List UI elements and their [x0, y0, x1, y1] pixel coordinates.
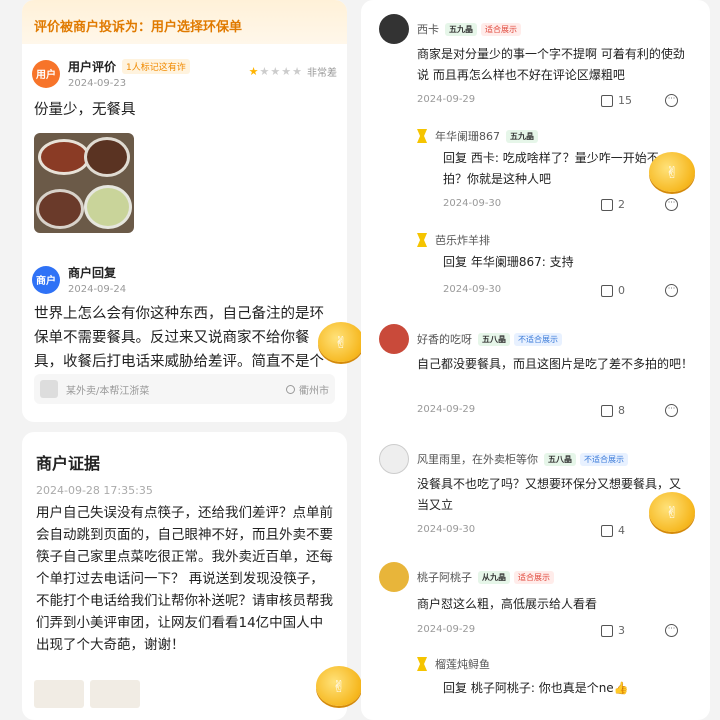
comments-panel: 西卡 五九晶 适合展示 商家是对分量少的事一个字不提啊 可着有利的使劲说 而且再…: [361, 0, 710, 720]
commenter-name[interactable]: 西卡: [417, 21, 439, 37]
comment-text: 回复 西卡: 吃成啥样了？量少咋一开始不拍？你就是这种人吧: [443, 151, 659, 186]
more-options-icon[interactable]: ···: [665, 198, 679, 211]
evidence-timestamp: 2024-09-28 17:35:35: [36, 484, 153, 497]
shop-location: 衢州市: [286, 382, 329, 397]
user-avatar: 用户: [32, 59, 60, 88]
thumbs-up-icon: [601, 94, 614, 107]
reply-marker-icon: [417, 233, 428, 247]
review-title: 用户评价: [68, 60, 117, 74]
more-options-icon[interactable]: ···: [665, 284, 679, 297]
commenter-name[interactable]: 风里雨里，在外卖柜等你: [417, 451, 538, 467]
shop-name: 某外卖/本帮江浙菜: [66, 385, 150, 397]
star-icon: ★: [281, 65, 292, 78]
comment-text: 自己都没要餐具，而且这图片是吃了差不多拍的吧！: [417, 357, 694, 371]
location-pin-icon: [286, 384, 296, 394]
reply-date: 2024-09-24: [68, 284, 127, 295]
coin-sticker: ✌: [316, 666, 362, 706]
status-badge: 不适合展示: [580, 452, 629, 466]
comment-date: 2024-09-29: [417, 624, 476, 635]
avatar[interactable]: [379, 444, 410, 474]
level-badge: 五九晶: [506, 129, 539, 143]
star-icon: ★: [292, 65, 303, 78]
screenshot-root: 评价被商户投诉为：用户选择环保单 用户 用户评价 1人标记这有诈 2024-09…: [0, 0, 720, 720]
reply-title: 商户回复: [68, 266, 117, 280]
comment-date: 2024-09-30: [417, 524, 476, 535]
thumbs-up-icon: [601, 198, 614, 211]
review-card: 评价被商户投诉为：用户选择环保单 用户 用户评价 1人标记这有诈 2024-09…: [22, 0, 348, 422]
avatar[interactable]: [379, 562, 410, 592]
comment-text: 回复 年华阑珊867: 支持: [443, 255, 574, 269]
merchant-avatar: 商户: [32, 265, 60, 294]
reply-header: 商户 商户回复 2024-09-24: [32, 264, 337, 295]
status-badge: 不适合展示: [514, 332, 563, 346]
review-photo[interactable]: [34, 133, 134, 233]
rating-stars: ★ ★ ★ ★ ★ 非常差: [249, 64, 337, 79]
thumbs-up-icon: [601, 524, 614, 537]
status-badge: 适合展示: [514, 570, 555, 584]
commenter-name[interactable]: 桃子阿桃子: [417, 569, 472, 585]
avatar[interactable]: [379, 14, 410, 44]
evidence-title: 商户证据: [36, 454, 101, 473]
comment-text: 商家是对分量少的事一个字不提啊 可着有利的使劲说 而且再怎么样也不好在评论区爆粗…: [417, 47, 685, 82]
star-icon: ★: [259, 65, 270, 78]
comment-text: 回复 桃子阿桃子: 你也真是个ne👍: [443, 681, 629, 695]
commenter-name[interactable]: 芭乐炸羊排: [435, 232, 490, 248]
more-options-icon[interactable]: ···: [665, 624, 679, 637]
comment-text: 商户怼这么粗，高低展示给人看看: [417, 597, 598, 611]
status-badge: 适合展示: [481, 22, 522, 36]
comment-date: 2024-09-30: [443, 284, 502, 295]
star-icon: ★: [248, 65, 259, 78]
rating-label: 非常差: [307, 68, 338, 79]
more-options-icon[interactable]: ···: [665, 94, 679, 107]
level-badge: 五八晶: [478, 332, 511, 346]
review-date: 2024-09-23: [68, 78, 127, 89]
comment-date: 2024-09-29: [417, 404, 476, 415]
thumbs-up-icon: [601, 624, 614, 637]
comment-date: 2024-09-30: [443, 198, 502, 209]
commenter-name[interactable]: 榴莲炖鲟鱼: [435, 656, 490, 672]
coin-sticker: ✌: [318, 322, 364, 362]
level-badge: 从九晶: [478, 570, 511, 584]
evidence-text: 用户自己失误没有点筷子，还给我们差评？点单前会自动跳到页面的，自己眼神不好，而且…: [36, 505, 333, 653]
more-options-icon[interactable]: ···: [665, 404, 679, 417]
complaint-banner: 评价被商户投诉为：用户选择环保单: [22, 0, 348, 44]
evidence-card: 商户证据 2024-09-28 17:35:35 用户自己失误没有点筷子，还给我…: [22, 432, 348, 720]
left-column: 评价被商户投诉为：用户选择环保单 用户 用户评价 1人标记这有诈 2024-09…: [18, 0, 364, 720]
shop-icon: [40, 380, 58, 398]
shop-info[interactable]: 某外卖/本帮江浙菜 衢州市: [34, 374, 336, 404]
commenter-name[interactable]: 年华阑珊867: [435, 128, 500, 144]
review-header: 用户 用户评价 1人标记这有诈 2024-09-23 ★ ★ ★ ★ ★ 非常差: [32, 58, 337, 89]
reply-marker-icon: [417, 129, 428, 143]
thumbs-up-icon: [601, 404, 614, 417]
comment-text: 没餐具不也吃了吗？又想要环保分又想要餐具，又当又立: [417, 477, 682, 512]
like-button[interactable]: 15: [601, 94, 632, 107]
evidence-thumbnails[interactable]: [34, 680, 140, 708]
like-button[interactable]: 4: [601, 524, 625, 537]
coin-sticker: ✌: [649, 492, 696, 532]
like-button[interactable]: 3: [601, 624, 625, 637]
like-button[interactable]: 0: [601, 284, 625, 297]
commenter-name[interactable]: 好香的吃呀: [417, 331, 472, 347]
flag-tag[interactable]: 1人标记这有诈: [122, 59, 190, 74]
coin-sticker: ✌: [649, 152, 696, 192]
avatar[interactable]: [379, 324, 410, 354]
comment-date: 2024-09-29: [417, 94, 476, 105]
level-badge: 五八晶: [544, 452, 577, 466]
level-badge: 五九晶: [445, 22, 478, 36]
review-text: 份量少，无餐具: [34, 102, 136, 118]
like-button[interactable]: 2: [601, 198, 625, 211]
like-button[interactable]: 8: [601, 404, 625, 417]
star-icon: ★: [270, 65, 281, 78]
thumbs-up-icon: [601, 284, 614, 297]
reply-marker-icon: [417, 657, 428, 671]
